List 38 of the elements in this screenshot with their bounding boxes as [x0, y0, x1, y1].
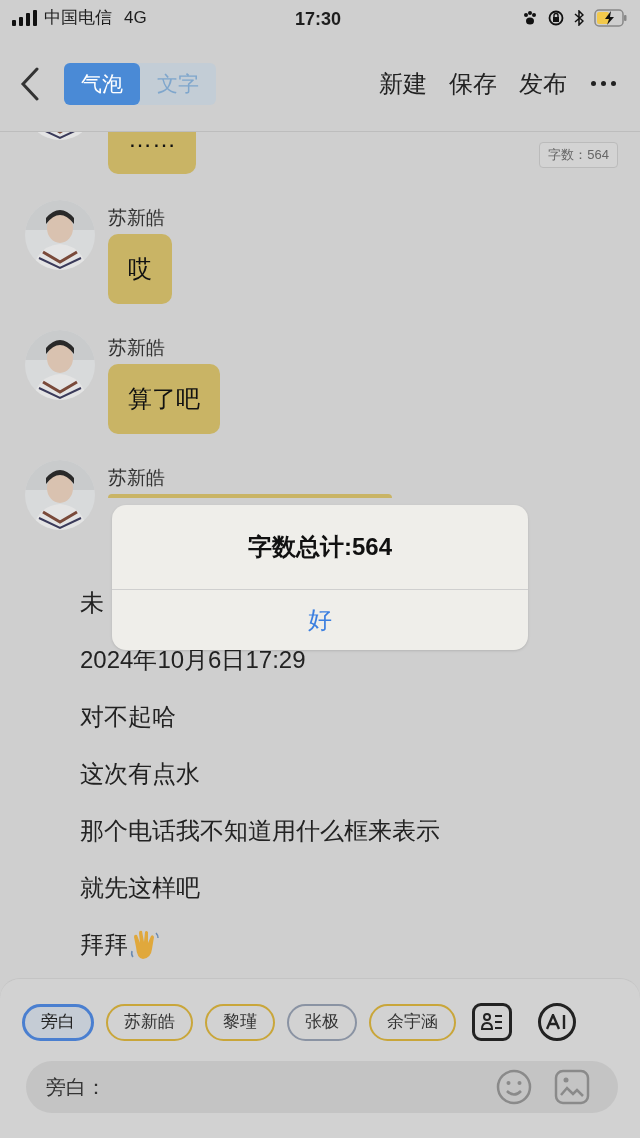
narration-text: 未 [80, 588, 104, 618]
mode-tab[interactable]: 气泡 [64, 62, 140, 105]
message-bubble: 哎 [108, 234, 172, 304]
bluetooth-icon [574, 10, 584, 26]
narration-text: 那个电话我不知道用什么框来表示 [80, 816, 440, 846]
carrier-name: 中国电信 [44, 7, 112, 30]
paw-icon [522, 10, 538, 26]
toolbar-action[interactable]: 新建 [379, 65, 427, 102]
word-count-badge: 字数：564 [539, 142, 618, 168]
message-bubble: 算了吧 [108, 364, 220, 434]
message-input[interactable]: 旁白： [46, 1072, 496, 1102]
signal-icon [12, 10, 38, 26]
ai-icon [546, 1014, 568, 1030]
sender-name: 苏新皓 [108, 206, 166, 228]
composer-field[interactable]: 旁白： [26, 1061, 618, 1113]
narration-text: 这次有点水 [80, 759, 200, 789]
battery-icon [594, 9, 628, 27]
narration-text: 就先这样吧 [80, 873, 200, 903]
toolbar-action[interactable]: 发布 [519, 65, 567, 102]
role-chip[interactable]: 余宇涵 [369, 1003, 456, 1041]
contact-card-icon [480, 1011, 504, 1033]
narration-text: 拜拜 [80, 930, 128, 960]
rotation-lock-icon [548, 10, 564, 26]
message-bubble: …… [108, 132, 196, 174]
role-chip[interactable]: 张极 [287, 1003, 357, 1041]
toolbar-action[interactable]: 保存 [449, 65, 497, 102]
character-card-button[interactable] [472, 1003, 512, 1041]
ai-button[interactable] [538, 1003, 576, 1041]
role-chip[interactable]: 苏新皓 [106, 1003, 193, 1041]
sender-name: 苏新皓 [108, 466, 166, 488]
role-chip[interactable]: 黎瑾 [205, 1003, 275, 1041]
dialog-title: 字数总计:564 [246, 532, 393, 562]
clock: 17:30 [295, 8, 342, 31]
sender-name: 苏新皓 [108, 336, 166, 358]
role-chip[interactable]: 旁白 [22, 1003, 94, 1041]
waving-hand-icon [130, 929, 160, 961]
narration-text: 对不起哈 [80, 702, 176, 732]
network-type: 4G [124, 7, 147, 30]
